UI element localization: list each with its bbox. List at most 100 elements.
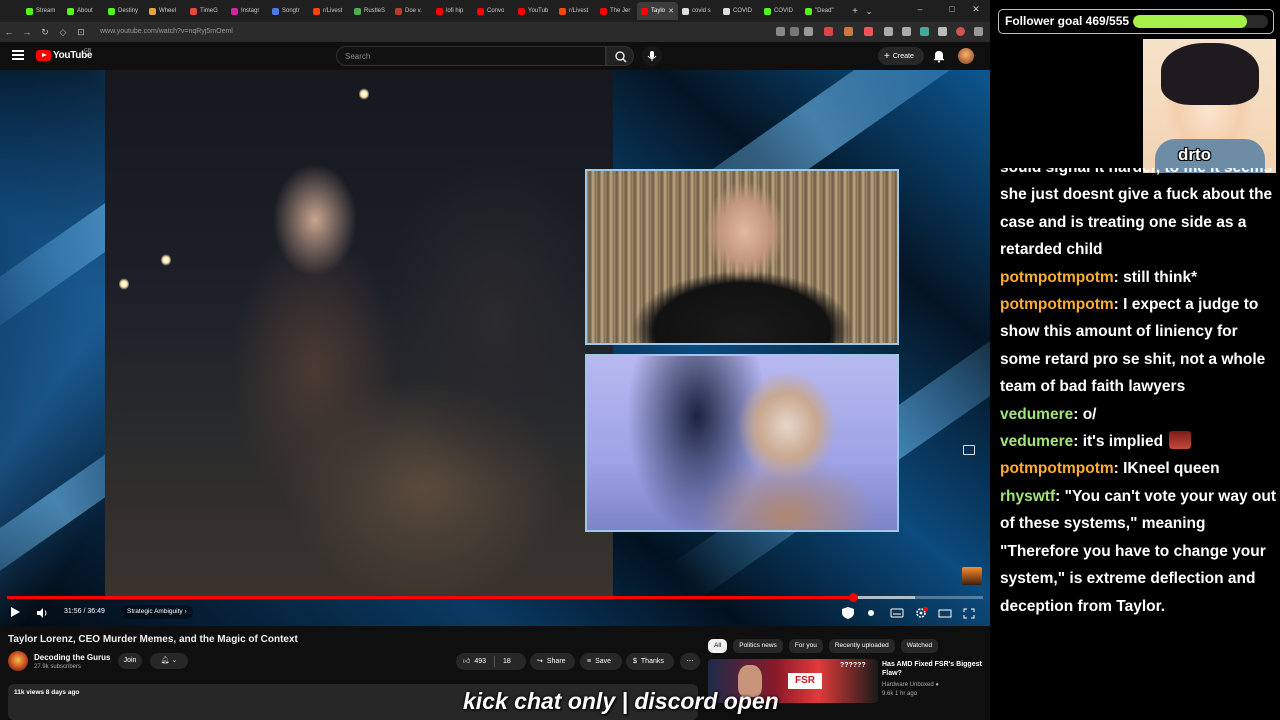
extension-icon[interactable] — [864, 27, 873, 36]
play-icon[interactable] — [11, 607, 20, 617]
plus-icon: + — [884, 50, 890, 62]
extension-icon[interactable] — [776, 27, 785, 36]
channel-watermark-icon[interactable] — [962, 567, 982, 585]
browser-tab[interactable]: Convo — [473, 2, 514, 20]
chat-username[interactable]: vedumere — [1000, 406, 1073, 423]
miniplayer-icon[interactable] — [963, 445, 975, 455]
browser-tab[interactable]: COVID — [719, 2, 760, 20]
tab-label: covid s — [692, 8, 711, 14]
extension-icon[interactable] — [824, 27, 833, 36]
browser-menu-icon[interactable] — [974, 27, 983, 36]
notifications-bell-icon[interactable] — [932, 49, 946, 63]
search-button[interactable] — [606, 46, 634, 66]
recommendation-channel[interactable]: Hardware Unboxed ● — [882, 682, 939, 688]
thumbs-up-icon[interactable]: 👍︎ — [463, 653, 470, 670]
browser-tab[interactable]: About — [63, 2, 104, 20]
subtitles-icon[interactable] — [890, 606, 904, 618]
recommendation-title[interactable]: Has AMD Fixed FSR's Biggest Flaw? — [882, 660, 982, 678]
channel-avatar[interactable] — [8, 651, 28, 671]
save-label: Save — [595, 658, 612, 665]
sidebar-icon[interactable] — [938, 27, 947, 36]
browser-tab[interactable]: Doe v. — [391, 2, 432, 20]
tab-label: "Dead" — [815, 8, 834, 14]
close-window-button[interactable]: ✕ — [968, 4, 984, 15]
voice-search-button[interactable] — [642, 46, 662, 66]
join-button[interactable]: Join — [118, 653, 142, 669]
reload-button[interactable]: ↻ — [36, 27, 54, 38]
channel-name[interactable]: Decoding the Gurus — [34, 653, 110, 662]
filter-chip[interactable]: All — [708, 639, 728, 653]
browser-tab[interactable]: Songtr — [268, 2, 309, 20]
progress-scrubber[interactable] — [849, 593, 859, 602]
more-actions-button[interactable]: ⋯ — [680, 653, 700, 670]
theater-mode-icon[interactable] — [938, 606, 952, 618]
share-button[interactable]: ↪ Share — [530, 653, 575, 670]
hamburger-menu-icon[interactable] — [12, 50, 24, 60]
profile-icon[interactable] — [956, 27, 965, 36]
new-tab-button[interactable]: + — [848, 6, 862, 17]
fullscreen-icon[interactable] — [962, 606, 976, 619]
chat-username[interactable]: potmpotmpotm — [1000, 296, 1114, 313]
browser-tab[interactable]: r/Livest — [309, 2, 350, 20]
filter-chip[interactable]: Watched — [900, 639, 939, 653]
autoplay-toggle-icon[interactable] — [864, 606, 878, 618]
chat-username[interactable]: rhyswtf — [1000, 488, 1055, 505]
browser-tab[interactable]: Stream — [22, 2, 63, 20]
browser-tab[interactable]: Taylo ✕ — [637, 2, 678, 20]
subscribed-bell-button[interactable]: 🔔︎ ⌄ — [150, 653, 188, 669]
address-bar[interactable]: www.youtube.com/watch?v=nqRyj5mOeml — [100, 25, 740, 39]
browser-tab[interactable]: TimeG — [186, 2, 227, 20]
tab-close-icon[interactable]: ✕ — [668, 7, 674, 15]
browser-tab[interactable]: r/Livest — [555, 2, 596, 20]
extension-icon[interactable] — [884, 27, 893, 36]
shield-icon[interactable]: ◇ — [54, 27, 72, 38]
search-input[interactable]: Search — [336, 46, 606, 66]
browser-tab[interactable]: Wheel — [145, 2, 186, 20]
maximize-button[interactable]: □ — [944, 4, 960, 14]
like-count[interactable]: 493 — [474, 653, 486, 670]
filter-chip[interactable]: For you — [788, 639, 823, 653]
browser-tab[interactable]: Instagr — [227, 2, 268, 20]
tab-list-button[interactable]: ⌄ — [862, 7, 876, 16]
video-player[interactable]: 31:56 / 36:49 Strategic Ambiguity › — [0, 70, 990, 626]
browser-tab[interactable]: "Dead" — [801, 2, 842, 20]
bookmark-star-icon[interactable] — [804, 27, 813, 36]
minimize-button[interactable]: – — [912, 4, 928, 14]
youtube-masthead: YouTube GB Search + Create — [0, 42, 990, 70]
chat-username[interactable]: potmpotmpotm — [1000, 269, 1114, 286]
tab-label: Destiny — [118, 8, 139, 14]
filter-chip[interactable]: Politics news — [733, 639, 783, 653]
create-button[interactable]: + Create — [878, 47, 924, 65]
browser-tab[interactable]: RustleS — [350, 2, 391, 20]
ad-block-shield-icon[interactable] — [841, 606, 855, 619]
downloads-icon[interactable] — [902, 27, 911, 36]
browser-tab[interactable]: The Jer — [596, 2, 637, 20]
extension-icon[interactable] — [844, 27, 853, 36]
back-button[interactable]: ← — [0, 27, 18, 37]
chapter-button[interactable]: Strategic Ambiguity › — [121, 605, 193, 619]
progress-bar[interactable] — [7, 593, 983, 602]
lock-icon[interactable]: ⊡ — [72, 27, 90, 38]
browser-tab[interactable]: covid s — [678, 2, 719, 20]
account-avatar[interactable] — [958, 48, 974, 64]
browser-tab[interactable]: COVID — [760, 2, 801, 20]
recommendation-channel-name: Hardware Unboxed — [882, 682, 934, 688]
chat-username[interactable]: vedumere — [1000, 433, 1073, 450]
forward-button[interactable]: → — [18, 27, 36, 37]
chat-separator: : — [1073, 433, 1083, 451]
filter-chip[interactable]: Recently uploaded — [828, 639, 895, 653]
dislike-count[interactable]: 18 — [503, 653, 511, 670]
thanks-button[interactable]: $ Thanks — [626, 653, 674, 670]
browser-tab[interactable]: YouTub — [514, 2, 555, 20]
extension-icon[interactable] — [790, 27, 799, 36]
browser-window: Stream About Destiny Wheel TimeG Instagr Songt… — [0, 0, 990, 720]
volume-icon[interactable] — [36, 606, 48, 618]
browser-tab[interactable]: lofi hip — [432, 2, 473, 20]
chat-username[interactable]: potmpotmpotm — [1000, 460, 1114, 477]
youtube-logo-icon[interactable] — [36, 50, 51, 61]
save-button[interactable]: ≡ Save — [580, 653, 622, 670]
follower-goal-fill — [1133, 15, 1248, 28]
settings-gear-icon[interactable] — [914, 606, 928, 618]
browser-tab[interactable]: Destiny — [104, 2, 145, 20]
extension-icon[interactable] — [920, 27, 929, 36]
